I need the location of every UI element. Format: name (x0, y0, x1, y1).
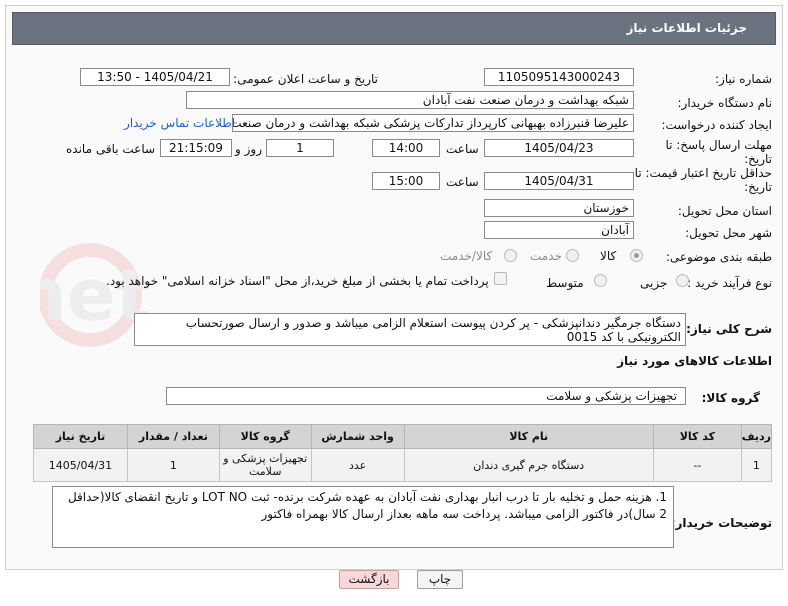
general-description-field[interactable]: دستگاه جرمگیر دندانپزشکی - پر کردن پیوست… (134, 313, 686, 346)
need-number-label: شماره نیاز: (715, 72, 772, 86)
goods-group-label: گروه کالا: (701, 391, 760, 405)
province-label: استان محل تحویل: (677, 204, 772, 218)
city-label: شهر محل تحویل: (685, 226, 772, 240)
table-row: 1 -- دستگاه جرم گیری دندان عدد تجهیزات پ… (33, 448, 773, 482)
buyer-org-label: نام دستگاه خریدار: (677, 96, 773, 110)
remaining-time-label: ساعت باقی مانده (66, 142, 156, 156)
cell-name: دستگاه جرم گیری دندان (403, 448, 654, 482)
items-table: ردیف کد کالا نام کالا واحد شمارش گروه کا… (33, 424, 773, 482)
category-radio-both[interactable] (504, 249, 517, 262)
col-code: کد کالا (652, 424, 742, 449)
need-number-field: 1105095143000243 (484, 68, 634, 86)
process-radio-medium[interactable] (594, 274, 607, 287)
process-option-minor: جزیی (640, 276, 668, 290)
remaining-time: 21:15:09 (160, 139, 232, 157)
buyer-org-field: شبکه بهداشت و درمان صنعت نفت آبادان (186, 91, 634, 109)
reply-deadline-date: 1405/04/23 (484, 139, 634, 157)
cell-need-date: 1405/04/31 (33, 448, 128, 482)
price-validity-date: 1405/04/31 (484, 172, 634, 190)
cell-quantity: 1 (126, 448, 220, 482)
province-field: خوزستان (484, 199, 634, 217)
requester-label: ایجاد کننده درخواست: (661, 118, 772, 132)
remaining-days: 1 (266, 139, 334, 157)
page-title: جزئیات اطلاعات نیاز (12, 12, 776, 45)
col-group: گروه کالا (218, 424, 312, 449)
col-unit: واحد شمارش (310, 424, 405, 449)
price-time-label: ساعت (446, 175, 479, 189)
cell-unit: عدد (310, 448, 405, 482)
items-table-header: ردیف کد کالا نام کالا واحد شمارش گروه کا… (33, 424, 773, 449)
days-label: روز و (235, 142, 262, 156)
treasury-note: پرداخت تمام یا بخشی از مبلغ خرید،از محل … (106, 274, 489, 288)
reply-deadline-label: مهلت ارسال پاسخ: تا تاریخ: (665, 138, 772, 166)
reply-time-label: ساعت (446, 142, 479, 156)
category-option-service: خدمت (530, 249, 562, 263)
announce-datetime-field: 1405/04/21 - 13:50 (80, 68, 230, 86)
process-option-medium: متوسط (546, 276, 584, 290)
col-need-date: تاریخ نیاز (33, 424, 128, 449)
cell-code: -- (652, 448, 742, 482)
general-description-label: شرح کلی نیاز: (686, 322, 772, 336)
col-quantity: تعداد / مقدار (126, 424, 220, 449)
col-name: نام کالا (403, 424, 654, 449)
announce-datetime-label: تاریخ و ساعت اعلان عمومی: (233, 72, 378, 86)
category-label: طبقه بندی موضوعی: (665, 250, 772, 264)
category-radio-goods[interactable] (630, 249, 643, 262)
print-button[interactable]: چاپ (417, 570, 463, 589)
price-validity-label: حداقل تاریخ اعتبار قیمت: تا تاریخ: (634, 166, 772, 194)
buyer-notes-field[interactable]: 1. هزینه حمل و تخلیه بار تا درب انبار به… (52, 486, 674, 548)
reply-deadline-time: 14:00 (372, 139, 440, 157)
goods-section-title: اطلاعات کالاهای مورد نیاز (617, 354, 772, 368)
goods-group-field: تجهیزات پزشکی و سلامت (166, 387, 686, 405)
treasury-checkbox[interactable] (494, 272, 507, 285)
cell-group: تجهیزات پزشکی و سلامت (218, 448, 312, 482)
process-radio-minor[interactable] (676, 274, 689, 287)
category-radio-service[interactable] (566, 249, 579, 262)
col-row: ردیف (740, 424, 773, 449)
category-option-goods: کالا (600, 249, 617, 263)
buyer-contact-link[interactable]: اطلاعات تماس خریدار (124, 116, 235, 130)
category-option-both: کالا/خدمت (440, 249, 493, 263)
back-button[interactable]: بازگشت (339, 570, 399, 589)
cell-row: 1 (740, 448, 773, 482)
buyer-notes-label: توضیحات خریدار: (670, 516, 772, 530)
price-validity-time: 15:00 (372, 172, 440, 190)
city-field: آبادان (484, 221, 634, 239)
requester-field: علیرضا قنبرزاده بهبهانی کارپرداز تدارکات… (232, 114, 634, 132)
purchase-process-label: نوع فرآیند خرید : (687, 276, 772, 290)
